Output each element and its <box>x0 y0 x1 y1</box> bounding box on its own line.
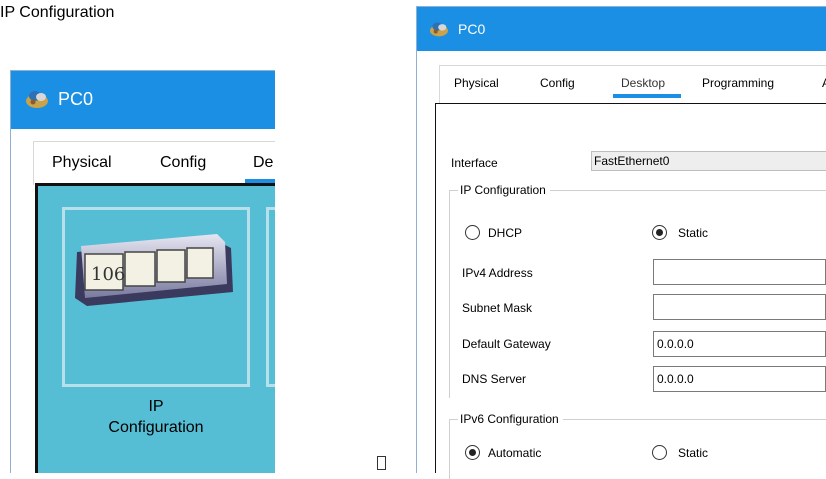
tab-config[interactable]: Config <box>160 154 206 172</box>
ipv6-automatic-label: Automatic <box>488 446 542 460</box>
tab-attributes[interactable]: A <box>822 76 826 90</box>
window-title: PC0 <box>458 21 486 37</box>
pc-logo-icon <box>26 91 48 108</box>
subnet-mask-input[interactable] <box>653 294 826 320</box>
ipv6-static-label: Static <box>678 446 709 460</box>
right-tab-bar: Physical Config Desktop Programming A <box>439 65 826 103</box>
ipv6-static-radio[interactable] <box>652 445 667 460</box>
pc-logo-icon <box>430 22 448 37</box>
ip-configuration-header: IP Configuration <box>0 4 115 21</box>
next-app-tile[interactable] <box>266 207 275 387</box>
tab-physical[interactable]: Physical <box>52 154 112 172</box>
desktop-panel: 106 IP Configuration <box>35 183 275 473</box>
tab-desktop[interactable]: Desktop <box>612 76 682 98</box>
ip-config-app-label: IP Configuration <box>62 396 250 438</box>
ip-config-app-tile[interactable]: 106 <box>62 207 250 387</box>
default-gateway-input[interactable]: 0.0.0.0 <box>653 331 826 357</box>
right-window-titlebar[interactable]: PC0 <box>417 7 826 51</box>
left-window-titlebar[interactable]: PC0 <box>11 71 275 129</box>
dns-server-input[interactable]: 0.0.0.0 <box>653 366 826 392</box>
left-window: PC0 Physical Config De 106 IP Configurat… <box>10 70 275 473</box>
default-gateway-label: Default Gateway <box>462 337 551 351</box>
dhcp-label: DHCP <box>488 226 523 240</box>
interface-label: Interface <box>451 156 498 170</box>
interface-select[interactable]: FastEthernet0 <box>591 151 826 171</box>
ip-config-app-icon: 106 <box>75 234 233 306</box>
static-label: Static <box>678 226 709 240</box>
ipv4-address-input[interactable] <box>653 259 826 285</box>
ipv6-automatic-radio[interactable] <box>465 445 480 460</box>
dhcp-radio[interactable] <box>465 225 480 240</box>
static-radio[interactable] <box>652 225 667 240</box>
tab-physical[interactable]: Physical <box>454 76 499 90</box>
ipv4-address-label: IPv4 Address <box>462 266 533 280</box>
tab-desktop[interactable]: De <box>244 154 275 183</box>
dns-server-label: DNS Server <box>462 372 527 386</box>
app-counter-text: 106 <box>91 264 125 285</box>
tab-programming[interactable]: Programming <box>702 76 774 90</box>
left-tab-bar: Physical Config De <box>33 141 275 185</box>
window-title: PC0 <box>58 89 94 109</box>
tab-config[interactable]: Config <box>540 76 575 90</box>
ip-config-label-line1: IP <box>148 398 164 415</box>
ipv4-group-legend: IP Configuration <box>458 183 550 197</box>
ipv6-group-legend: IPv6 Configuration <box>458 412 563 426</box>
placeholder-glyph-icon <box>377 456 386 470</box>
subnet-mask-label: Subnet Mask <box>462 301 533 315</box>
ip-config-label-line2: Configuration <box>108 419 204 436</box>
